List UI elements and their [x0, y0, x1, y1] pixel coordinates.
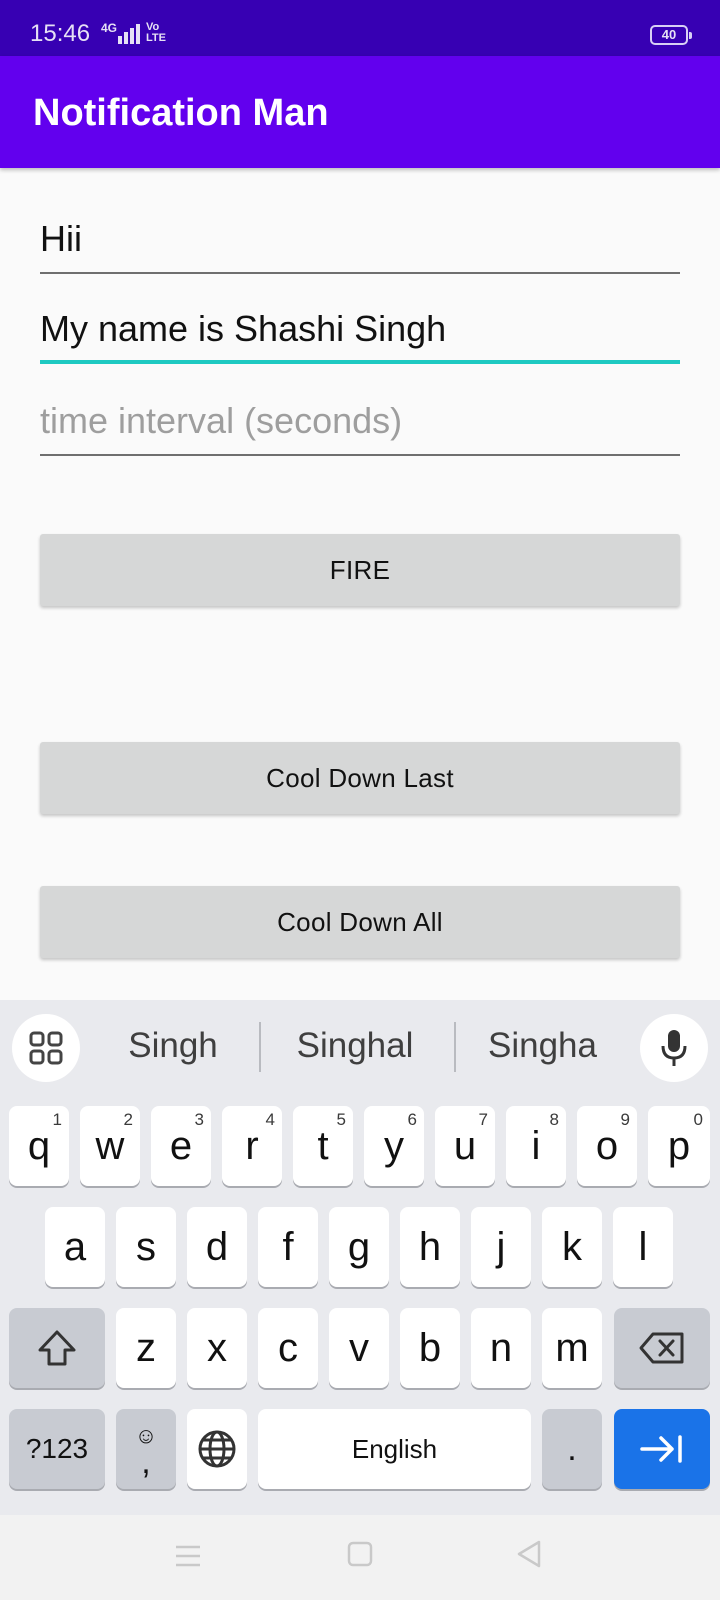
key-r-hint: 4: [265, 1110, 275, 1129]
system-navigation-bar: [0, 1515, 720, 1600]
app-title: Notification Man: [33, 92, 329, 134]
key-g[interactable]: g: [329, 1207, 389, 1287]
interval-field-placeholder: time interval (seconds): [40, 400, 403, 441]
volte-bottom: LTE: [146, 32, 166, 44]
key-e[interactable]: e3: [151, 1106, 211, 1186]
key-y-hint: 6: [407, 1110, 417, 1129]
key-o[interactable]: o9: [577, 1106, 637, 1186]
keyboard-apps-icon: [29, 1031, 63, 1065]
key-l[interactable]: l: [613, 1207, 673, 1287]
title-field-value: Hii: [40, 218, 82, 259]
globe-icon: [198, 1430, 236, 1468]
space-key[interactable]: English: [258, 1409, 531, 1489]
key-p-hint: 0: [693, 1110, 703, 1129]
key-q-hint: 1: [52, 1110, 62, 1129]
message-field[interactable]: My name is Shashi Singh: [40, 304, 680, 364]
interval-field-underline: [40, 454, 680, 456]
key-e-label: e: [169, 1123, 193, 1168]
microphone-icon: [661, 1030, 687, 1066]
key-i-label: i: [531, 1123, 541, 1168]
battery-icon: 40: [650, 25, 692, 45]
key-t-label: t: [317, 1123, 329, 1168]
key-o-hint: 9: [620, 1110, 630, 1129]
home-square-icon[interactable]: [347, 1541, 373, 1567]
soft-keyboard: Singh Singhal Singha q1 w2 e3 r4 t5 y6 u…: [0, 1000, 720, 1515]
network-type: 4G: [101, 21, 118, 35]
key-i[interactable]: i8: [506, 1106, 566, 1186]
key-u[interactable]: u7: [435, 1106, 495, 1186]
shift-key[interactable]: [9, 1308, 105, 1388]
key-w-label: w: [95, 1123, 125, 1168]
key-n[interactable]: n: [471, 1308, 531, 1388]
next-field-icon: [640, 1435, 682, 1463]
key-j[interactable]: j: [471, 1207, 531, 1287]
key-r[interactable]: r4: [222, 1106, 282, 1186]
key-k[interactable]: k: [542, 1207, 602, 1287]
suggestion-divider: [259, 1022, 261, 1072]
suggestion-1[interactable]: Singh: [93, 1026, 253, 1070]
key-q[interactable]: q1: [9, 1106, 69, 1186]
symbols-key[interactable]: ?123: [9, 1409, 105, 1489]
suggestion-3[interactable]: Singha: [460, 1026, 625, 1070]
message-field-value: My name is Shashi Singh: [40, 308, 447, 349]
period-key[interactable]: .: [542, 1409, 602, 1489]
key-w[interactable]: w2: [80, 1106, 140, 1186]
key-q-label: q: [27, 1123, 51, 1168]
key-t[interactable]: t5: [293, 1106, 353, 1186]
key-z[interactable]: z: [116, 1308, 176, 1388]
key-d[interactable]: d: [187, 1207, 247, 1287]
key-u-hint: 7: [478, 1110, 488, 1129]
key-c[interactable]: c: [258, 1308, 318, 1388]
key-f[interactable]: f: [258, 1207, 318, 1287]
shift-icon: [38, 1330, 76, 1366]
cool-down-last-button[interactable]: Cool Down Last: [40, 742, 680, 814]
emoji-comma-key[interactable]: ☺ ,: [116, 1409, 176, 1489]
cool-down-all-button[interactable]: Cool Down All: [40, 886, 680, 958]
key-p[interactable]: p0: [648, 1106, 710, 1186]
title-field-underline: [40, 272, 680, 274]
key-x[interactable]: x: [187, 1308, 247, 1388]
key-s[interactable]: s: [116, 1207, 176, 1287]
key-a[interactable]: a: [45, 1207, 105, 1287]
key-y[interactable]: y6: [364, 1106, 424, 1186]
comma-label: ,: [141, 1443, 151, 1481]
back-triangle-icon[interactable]: [515, 1539, 543, 1569]
key-w-hint: 2: [123, 1110, 133, 1129]
key-o-label: o: [595, 1123, 619, 1168]
status-bar: 15:46 4G Vo LTE 40: [0, 0, 720, 56]
key-m[interactable]: m: [542, 1308, 602, 1388]
next-field-key[interactable]: [614, 1409, 710, 1489]
keyboard-apps-button[interactable]: [12, 1014, 80, 1082]
backspace-icon: [639, 1332, 684, 1364]
key-i-hint: 8: [549, 1110, 559, 1129]
key-t-hint: 5: [336, 1110, 346, 1129]
interval-field[interactable]: time interval (seconds): [40, 396, 680, 456]
status-time: 15:46: [30, 20, 91, 47]
suggestion-bar: Singh Singhal Singha: [0, 1000, 720, 1096]
key-h[interactable]: h: [400, 1207, 460, 1287]
suggestion-divider: [454, 1022, 456, 1072]
suggestion-2[interactable]: Singhal: [265, 1026, 445, 1070]
key-b[interactable]: b: [400, 1308, 460, 1388]
language-key[interactable]: [187, 1409, 247, 1489]
key-e-hint: 3: [194, 1110, 204, 1129]
message-field-underline: [40, 360, 680, 364]
key-v[interactable]: v: [329, 1308, 389, 1388]
app-bar: Notification Man: [0, 56, 720, 168]
voice-input-button[interactable]: [640, 1014, 708, 1082]
key-p-label: p: [667, 1123, 691, 1168]
key-u-label: u: [453, 1123, 477, 1168]
volte-indicator: Vo LTE: [146, 22, 166, 44]
key-y-label: y: [384, 1123, 404, 1168]
title-field[interactable]: Hii: [40, 214, 680, 274]
key-r-label: r: [245, 1123, 259, 1168]
signal-bars-icon: [118, 24, 140, 44]
backspace-key[interactable]: [614, 1308, 710, 1388]
battery-level: 40: [661, 27, 677, 42]
fire-button[interactable]: FIRE: [40, 534, 680, 606]
menu-icon[interactable]: [174, 1543, 202, 1569]
